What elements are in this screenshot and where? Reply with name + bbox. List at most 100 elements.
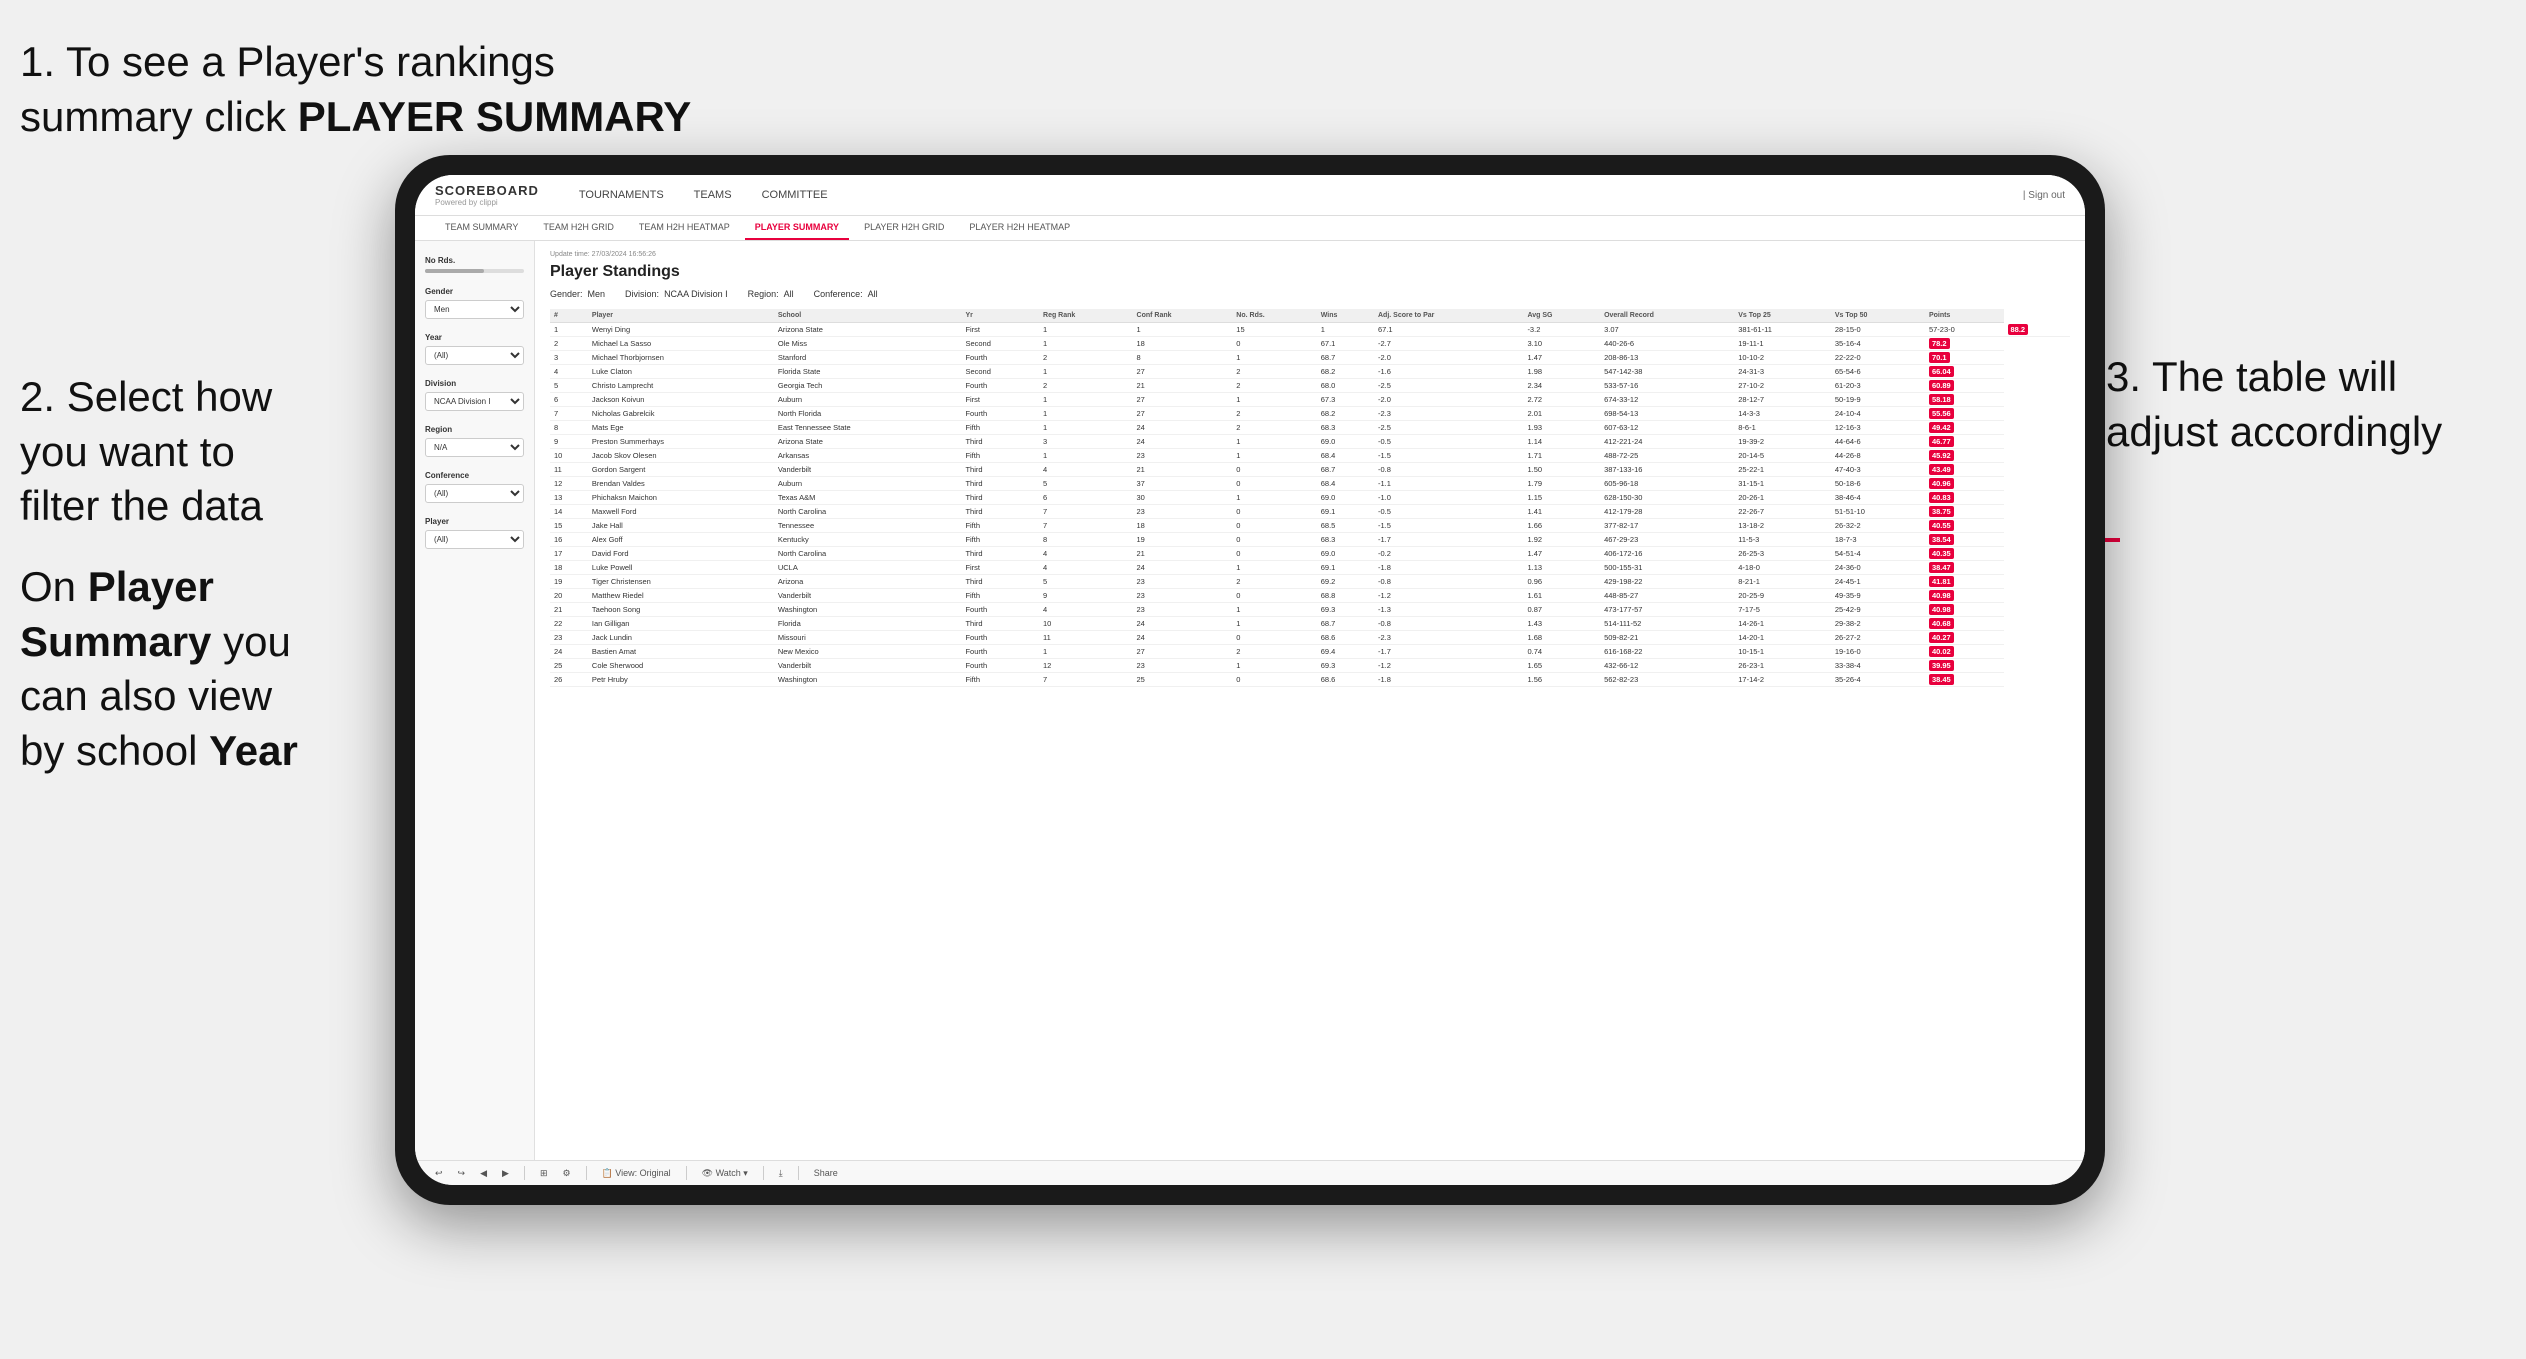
- cell-25-4: 7: [1039, 673, 1133, 687]
- logo-sub: Powered by clippi: [435, 198, 539, 207]
- share-button[interactable]: Share: [814, 1168, 838, 1178]
- cell-7-9: 1.93: [1523, 421, 1600, 435]
- table-row: 14Maxwell FordNorth CarolinaThird723069.…: [550, 505, 2070, 519]
- region-select[interactable]: N/A All: [425, 438, 524, 457]
- subnav-player-h2h-heatmap[interactable]: PLAYER H2H HEATMAP: [959, 216, 1080, 240]
- cell-10-5: 21: [1133, 463, 1233, 477]
- filter-gender-display: Gender: Men: [550, 289, 605, 299]
- conference-select[interactable]: (All): [425, 484, 524, 503]
- cell-7-5: 24: [1133, 421, 1233, 435]
- cell-10-4: 4: [1039, 463, 1133, 477]
- cell-12-1: Phichaksn Maichon: [588, 491, 774, 505]
- cell-19-1: Matthew Riedel: [588, 589, 774, 603]
- cell-20-12: 25-42-9: [1831, 603, 1925, 617]
- table-row: 2Michael La SassoOle MissSecond118067.1-…: [550, 337, 2070, 351]
- tablet-device: SCOREBOARD Powered by clippi TOURNAMENTS…: [395, 155, 2105, 1205]
- nav-tournaments[interactable]: TOURNAMENTS: [579, 185, 664, 205]
- gender-select[interactable]: Men Women: [425, 300, 524, 319]
- table-header-row: # Player School Yr Reg Rank Conf Rank No…: [550, 309, 2070, 323]
- col-points: Points: [1925, 309, 2004, 323]
- cell-19-11: 20-25-9: [1734, 589, 1831, 603]
- sign-out-link[interactable]: | Sign out: [2023, 190, 2065, 201]
- table-row: 1Wenyi DingArizona StateFirst1115167.1-3…: [550, 323, 2070, 337]
- cell-24-8: -1.2: [1374, 659, 1523, 673]
- cell-17-1: Luke Powell: [588, 561, 774, 575]
- cell-9-12: 44-26-8: [1831, 449, 1925, 463]
- redo-button[interactable]: ↪: [458, 1168, 466, 1179]
- toolbar-sep-4: [763, 1166, 764, 1180]
- cell-25-0: 26: [550, 673, 588, 687]
- table-row: 5Christo LamprechtGeorgia TechFourth2212…: [550, 379, 2070, 393]
- cell-23-3: Fourth: [961, 645, 1039, 659]
- cell-22-7: 68.6: [1317, 631, 1374, 645]
- cell-10-8: -0.8: [1374, 463, 1523, 477]
- cell-13-8: -0.5: [1374, 505, 1523, 519]
- cell-18-4: 5: [1039, 575, 1133, 589]
- subnav-team-h2h-grid[interactable]: TEAM H2H GRID: [533, 216, 624, 240]
- cell-4-4: 2: [1039, 379, 1133, 393]
- cell-8-2: Arizona State: [774, 435, 962, 449]
- cell-7-2: East Tennessee State: [774, 421, 962, 435]
- division-select[interactable]: NCAA Division I: [425, 392, 524, 411]
- nav-teams[interactable]: TEAMS: [694, 185, 732, 205]
- cell-13-9: 1.41: [1523, 505, 1600, 519]
- cell-11-0: 12: [550, 477, 588, 491]
- cell-24-0: 25: [550, 659, 588, 673]
- nav-committee[interactable]: COMMITTEE: [762, 185, 828, 205]
- cell-14-7: 68.5: [1317, 519, 1374, 533]
- cell-17-2: UCLA: [774, 561, 962, 575]
- cell-19-4: 9: [1039, 589, 1133, 603]
- cell-18-10: 429-198-22: [1600, 575, 1734, 589]
- cell-10-9: 1.50: [1523, 463, 1600, 477]
- export-button[interactable]: ⤓: [779, 1168, 783, 1179]
- conference-label: Conference: [425, 471, 524, 480]
- cell-21-4: 10: [1039, 617, 1133, 631]
- cell-23-12: 19-16-0: [1831, 645, 1925, 659]
- watch-button[interactable]: 👁 Watch ▾: [702, 1168, 748, 1179]
- cell-14-11: 13-18-2: [1734, 519, 1831, 533]
- back-button[interactable]: ◀: [480, 1168, 487, 1179]
- cell-20-7: 69.3: [1317, 603, 1374, 617]
- forward-button[interactable]: ▶: [502, 1168, 509, 1179]
- cell-16-11: 26-25-3: [1734, 547, 1831, 561]
- cell-14-3: Fifth: [961, 519, 1039, 533]
- annotation1-bold: PLAYER SUMMARY: [298, 93, 692, 140]
- undo-button[interactable]: ↩: [435, 1168, 443, 1179]
- cell-0-0: 1: [550, 323, 588, 337]
- cell-8-6: 1: [1232, 435, 1316, 449]
- cell-16-3: Third: [961, 547, 1039, 561]
- annotation2-text1: 2. Select how: [20, 373, 272, 420]
- conference-filter-value: All: [868, 289, 878, 299]
- view-button[interactable]: 📋 View: Original: [602, 1168, 671, 1179]
- cell-10-2: Vanderbilt: [774, 463, 962, 477]
- cell-9-5: 23: [1133, 449, 1233, 463]
- cell-12-8: -1.0: [1374, 491, 1523, 505]
- cell-11-9: 1.79: [1523, 477, 1600, 491]
- cell-17-11: 4-18-0: [1734, 561, 1831, 575]
- cell-1-10: 440-26-6: [1600, 337, 1734, 351]
- year-select[interactable]: (All) First Second Third Fourth Fifth: [425, 346, 524, 365]
- conference-filter-label: Conference:: [814, 289, 863, 299]
- copy-button[interactable]: ⊞: [540, 1168, 548, 1179]
- toolbar-sep-2: [586, 1166, 587, 1180]
- subnav-player-h2h-grid[interactable]: PLAYER H2H GRID: [854, 216, 954, 240]
- subnav-team-summary[interactable]: TEAM SUMMARY: [435, 216, 528, 240]
- cell-13-11: 22-26-7: [1734, 505, 1831, 519]
- cell-0-10: 3.07: [1600, 323, 1734, 337]
- cell-21-8: -0.8: [1374, 617, 1523, 631]
- cell-2-7: 68.7: [1317, 351, 1374, 365]
- cell-23-4: 1: [1039, 645, 1133, 659]
- no-rds-slider[interactable]: [425, 269, 524, 273]
- subnav-team-h2h-heatmap[interactable]: TEAM H2H HEATMAP: [629, 216, 740, 240]
- year-label: Year: [425, 333, 524, 342]
- player-select[interactable]: (All): [425, 530, 524, 549]
- cell-6-12: 24-10-4: [1831, 407, 1925, 421]
- cell-4-6: 2: [1232, 379, 1316, 393]
- subnav-player-summary[interactable]: PLAYER SUMMARY: [745, 216, 849, 240]
- cell-20-1: Taehoon Song: [588, 603, 774, 617]
- annotation-1: 1. To see a Player's rankings summary cl…: [20, 35, 780, 144]
- cell-8-11: 19-39-2: [1734, 435, 1831, 449]
- settings-button[interactable]: ⚙: [562, 1168, 570, 1179]
- cell-4-1: Christo Lamprecht: [588, 379, 774, 393]
- cell-10-6: 0: [1232, 463, 1316, 477]
